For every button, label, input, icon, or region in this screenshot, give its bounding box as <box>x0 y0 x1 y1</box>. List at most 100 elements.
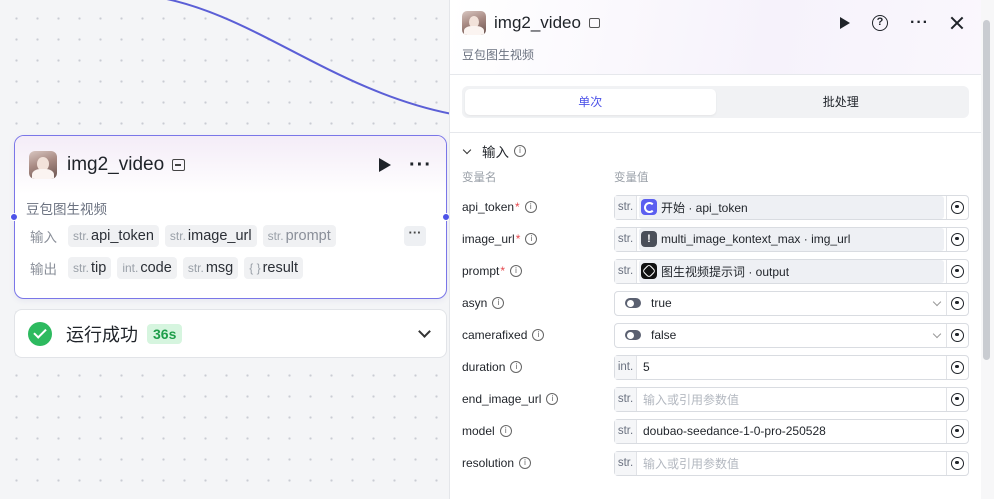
reference-picker[interactable] <box>946 291 968 315</box>
close-icon[interactable] <box>951 17 963 29</box>
param-select[interactable]: true <box>614 290 969 316</box>
toggle-icon <box>625 298 641 308</box>
info-icon: i <box>492 297 505 309</box>
param-value: doubao-seedance-1-0-pro-250528 <box>637 420 946 443</box>
target-icon[interactable] <box>951 232 964 246</box>
run-result-bar[interactable]: 运行成功 36s <box>14 309 447 358</box>
required-marker: * <box>515 232 521 246</box>
gpt-icon <box>641 263 657 279</box>
param-type: str. <box>615 419 637 443</box>
param-value: 输入或引用参数值 <box>637 452 946 475</box>
param-type: int. <box>615 355 637 379</box>
info-icon: i <box>525 233 538 245</box>
reference-picker[interactable] <box>946 195 968 219</box>
param-type: str. <box>615 195 637 219</box>
param-row-image-url: image_url * i str.! multi_image_kontext_max … <box>450 223 981 255</box>
panel-header: img2_video ? ··· <box>450 0 981 46</box>
param-input[interactable]: str. doubao-seedance-1-0-pro-250528 <box>614 418 969 444</box>
node-description: 豆包图生视频 <box>26 202 107 217</box>
param-select[interactable]: false <box>614 322 969 348</box>
reference-picker[interactable] <box>946 419 968 443</box>
target-icon[interactable] <box>951 392 964 406</box>
required-marker: * <box>500 264 506 278</box>
node-outputs-row: 输出 str. tip int. code str. msg { } result <box>15 252 446 284</box>
column-name-header: 变量名 <box>462 172 497 184</box>
param-reference: 图生视频提示词 · output <box>639 259 944 283</box>
store-icon <box>588 18 600 28</box>
target-icon[interactable] <box>951 328 964 342</box>
output-tag: { } result <box>244 257 304 279</box>
workflow-node-img2-video[interactable]: img2_video ··· 豆包图生视频 输入 str. api_token s… <box>14 135 447 299</box>
target-icon[interactable] <box>951 296 964 310</box>
reference-picker[interactable] <box>946 451 968 475</box>
required-marker: * <box>515 200 520 214</box>
warning-icon: ! <box>641 231 657 247</box>
outputs-label: 输出 <box>30 262 57 277</box>
param-list: api_token * i str. 开始 · api_token image_url * i… <box>450 191 981 479</box>
workflow-canvas[interactable]: img2_video ··· 豆包图生视频 输入 str. api_token s… <box>0 0 452 499</box>
help-icon[interactable]: ? <box>872 15 889 31</box>
run-status-text: 运行成功 <box>66 324 138 345</box>
param-input[interactable]: str. 输入或引用参数值 <box>614 386 969 412</box>
tab-batch[interactable]: 批处理 <box>716 89 967 115</box>
input-tag: str. api_token <box>68 225 159 247</box>
node-config-panel: img2_video ? ··· 豆包图生视频 单次 批处理 输入 i 变量名 … <box>449 0 981 499</box>
param-input[interactable]: str.! multi_image_kontext_max · img_url <box>614 226 969 252</box>
node-inputs-row: 输入 str. api_token str. image_url str. promp… <box>15 220 446 252</box>
tab-single[interactable]: 单次 <box>465 89 716 115</box>
panel-avatar <box>462 11 486 35</box>
param-row-api-token: api_token * i str. 开始 · api_token <box>450 191 981 223</box>
param-type: str. <box>615 387 637 411</box>
output-tag: str. tip <box>68 257 112 279</box>
info-icon: i <box>499 425 512 437</box>
target-icon[interactable] <box>951 360 964 374</box>
param-input[interactable]: str. 图生视频提示词 · output <box>614 258 969 284</box>
param-row-end-image-url: end_image_url i str. 输入或引用参数值 <box>450 383 981 415</box>
info-icon: i <box>532 329 545 341</box>
param-name: end_image_url i <box>462 392 614 406</box>
reference-picker[interactable] <box>946 259 968 283</box>
chevron-down-icon[interactable] <box>418 325 431 338</box>
param-input[interactable]: str. 输入或引用参数值 <box>614 450 969 476</box>
param-input[interactable]: str. 开始 · api_token <box>614 194 969 220</box>
input-section-header[interactable]: 输入 i <box>450 133 981 169</box>
target-icon[interactable] <box>951 456 964 470</box>
param-value-text: multi_image_kontext_max · img_url <box>661 232 851 246</box>
input-section: 输入 i 变量名 变量值 api_token * i str. 开始 · api_tok… <box>450 132 981 479</box>
param-reference: 开始 · api_token <box>639 195 944 219</box>
target-icon[interactable] <box>951 264 964 278</box>
panel-scrollbar[interactable] <box>983 20 990 360</box>
info-icon: i <box>510 361 523 373</box>
chevron-down-icon[interactable] <box>462 145 472 154</box>
reference-picker[interactable] <box>946 323 968 347</box>
chevron-down-icon[interactable] <box>932 329 942 338</box>
param-value-text: 5 <box>643 360 650 374</box>
param-name: asyn i <box>462 296 614 310</box>
info-icon: i <box>514 145 526 157</box>
run-node-icon[interactable] <box>379 158 392 172</box>
node-input-port[interactable] <box>10 213 18 221</box>
param-value: false <box>615 324 946 347</box>
param-name: duration i <box>462 360 614 374</box>
input-tag: str. image_url <box>164 225 257 247</box>
reference-picker[interactable] <box>946 387 968 411</box>
param-value: 5 <box>637 356 946 379</box>
more-options-icon[interactable]: ··· <box>910 15 929 31</box>
run-icon[interactable] <box>840 17 851 29</box>
param-name: image_url * i <box>462 232 614 246</box>
param-type: str. <box>615 227 637 251</box>
param-input[interactable]: int. 5 <box>614 354 969 380</box>
reference-picker[interactable] <box>946 355 968 379</box>
param-name: resolution i <box>462 456 614 470</box>
run-duration-badge: 36s <box>147 323 183 344</box>
target-icon[interactable] <box>951 424 964 438</box>
more-inputs-button[interactable]: ··· <box>404 226 426 246</box>
chevron-down-icon[interactable] <box>932 297 942 306</box>
param-value-text: false <box>651 328 677 342</box>
target-icon[interactable] <box>951 200 964 214</box>
section-title: 输入 <box>482 145 509 160</box>
param-row-model: model i str. doubao-seedance-1-0-pro-250528 <box>450 415 981 447</box>
reference-picker[interactable] <box>946 227 968 251</box>
info-icon: i <box>519 457 532 469</box>
more-options-icon[interactable]: ··· <box>409 155 432 175</box>
